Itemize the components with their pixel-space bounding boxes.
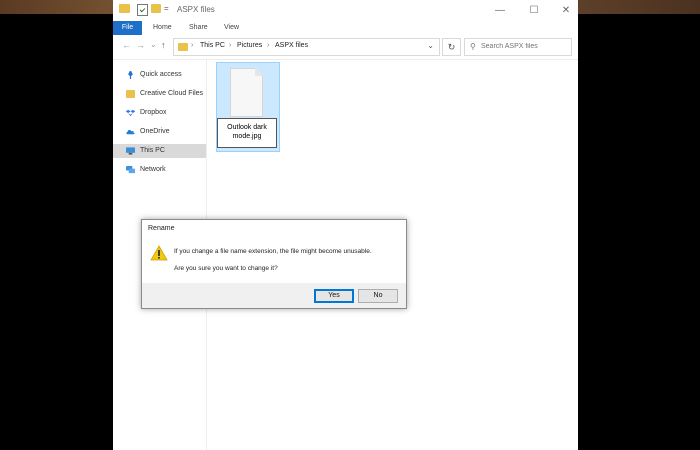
recent-locations-button[interactable]: ⌄: [150, 40, 157, 49]
sidebar-item-creative-cloud-files[interactable]: Creative Cloud Files: [113, 87, 206, 101]
folder-icon: [119, 4, 130, 13]
computer-icon: [126, 147, 135, 155]
forward-button[interactable]: →: [136, 40, 145, 50]
window-title: ASPX files: [177, 5, 215, 14]
up-button[interactable]: ↑: [161, 40, 166, 50]
tab-home[interactable]: Home: [153, 21, 172, 35]
new-folder-icon[interactable]: [151, 4, 161, 13]
address-row: ← → ⌄ ↑ › This PC › Pictures › ASPX file…: [113, 35, 578, 60]
warning-icon: [150, 245, 168, 261]
sidebar-item-label: Quick access: [140, 71, 182, 78]
sidebar-item-label: This PC: [140, 147, 165, 154]
breadcrumb-this-pc[interactable]: This PC: [200, 42, 225, 49]
refresh-button[interactable]: ↻: [442, 38, 461, 56]
sidebar-item-dropbox[interactable]: Dropbox: [113, 106, 206, 120]
dialog-question: Are you sure you want to change it?: [174, 265, 278, 272]
close-button[interactable]: ✕: [553, 2, 578, 19]
sidebar-item-quick-access[interactable]: Quick access: [113, 68, 206, 82]
properties-icon[interactable]: [137, 4, 148, 16]
onedrive-icon: [126, 129, 135, 135]
network-icon: [126, 166, 135, 174]
file-item[interactable]: Outlook dark mode.jpg: [216, 62, 280, 152]
sidebar-item-label: Creative Cloud Files: [140, 90, 204, 97]
rename-dialog: Rename If you change a file name extensi…: [141, 219, 407, 309]
address-bar[interactable]: › This PC › Pictures › ASPX files ⌄: [173, 38, 440, 56]
dialog-title: Rename: [148, 225, 175, 232]
sidebar-item-this-pc[interactable]: This PC: [113, 144, 206, 158]
minimize-button[interactable]: —: [487, 2, 513, 19]
maximize-button[interactable]: ☐: [521, 2, 547, 19]
address-dropdown-button[interactable]: ⌄: [427, 41, 434, 50]
no-button[interactable]: No: [358, 289, 398, 303]
breadcrumb-separator: ›: [229, 42, 232, 49]
breadcrumb-pictures[interactable]: Pictures: [237, 42, 262, 49]
back-button[interactable]: ←: [122, 40, 131, 50]
sidebar-item-onedrive[interactable]: OneDrive: [113, 125, 206, 139]
customize-toolbar-button[interactable]: =: [164, 4, 169, 13]
rename-field[interactable]: Outlook dark mode.jpg: [217, 118, 277, 148]
search-input[interactable]: [481, 40, 567, 53]
ribbon-tabs: File Home Share View: [113, 21, 578, 35]
sidebar-item-network[interactable]: Network: [113, 163, 206, 177]
breadcrumb-separator: ›: [267, 42, 270, 49]
title-bar: = ASPX files — ☐ ✕: [113, 0, 578, 22]
pin-icon: [128, 71, 133, 79]
tab-view[interactable]: View: [224, 21, 239, 35]
sidebar-item-label: Network: [140, 166, 166, 173]
tab-share[interactable]: Share: [189, 21, 208, 35]
dropbox-icon: [126, 109, 135, 117]
file-icon: [230, 68, 263, 117]
breadcrumb-aspx-files[interactable]: ASPX files: [275, 42, 308, 49]
search-box[interactable]: ⚲: [464, 38, 572, 56]
creative-cloud-icon: [126, 90, 135, 98]
sidebar-item-label: OneDrive: [140, 128, 170, 135]
search-icon: ⚲: [470, 42, 476, 51]
breadcrumb-separator: ›: [191, 42, 194, 49]
dialog-message: If you change a file name extension, the…: [174, 248, 372, 255]
tab-file[interactable]: File: [113, 21, 142, 35]
sidebar-item-label: Dropbox: [140, 109, 167, 116]
dialog-footer: Yes No: [142, 283, 406, 308]
folder-icon: [178, 43, 188, 51]
yes-button[interactable]: Yes: [314, 289, 354, 303]
